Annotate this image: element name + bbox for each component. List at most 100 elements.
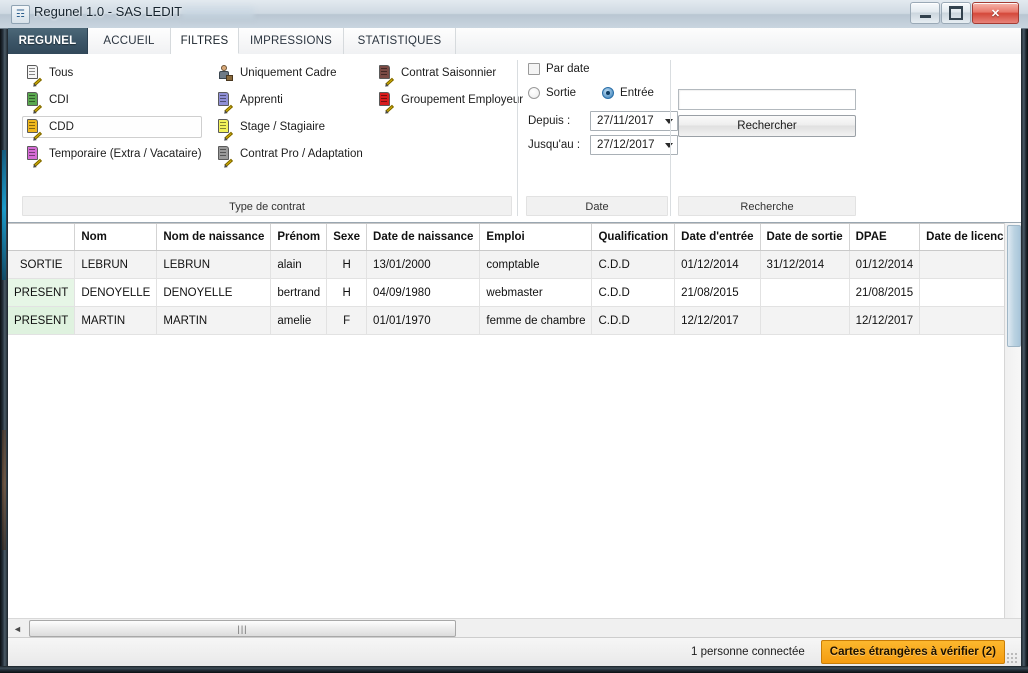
cell-qualification: C.D.D bbox=[591, 250, 676, 279]
tab-filtres[interactable]: FILTRES bbox=[171, 28, 239, 54]
close-icon: ✕ bbox=[990, 7, 1001, 20]
cell-emploi: femme de chambre bbox=[479, 306, 593, 335]
grid-header-date_naissance[interactable]: Date de naissance bbox=[366, 224, 481, 251]
table-row[interactable]: SORTIE LEBRUN LEBRUN alain H 13/01/2000 compta… bbox=[8, 250, 1021, 279]
filter-groupement-employeur[interactable]: Groupement Employeur bbox=[374, 89, 524, 114]
grid-vertical-scroll-thumb[interactable] bbox=[1007, 225, 1021, 347]
grid-vertical-scrollbar[interactable] bbox=[1004, 223, 1021, 638]
cell-dpae: 12/12/2017 bbox=[849, 306, 921, 335]
radio-entree-indicator bbox=[602, 87, 615, 99]
frame-accent-warm bbox=[2, 430, 6, 550]
grid-horizontal-scrollbar[interactable]: ◄ ||| bbox=[8, 618, 1021, 638]
cell-dpae: 21/08/2015 bbox=[849, 278, 921, 307]
par-date-label: Par date bbox=[546, 63, 590, 75]
tab-regunel[interactable]: REGUNEL bbox=[8, 28, 88, 54]
cell-date_sortie bbox=[760, 306, 850, 335]
filter-cdi[interactable]: CDI bbox=[22, 89, 202, 114]
grid-header-date_entree[interactable]: Date d'entrée bbox=[674, 224, 761, 251]
cell-date_naissance: 01/01/1970 bbox=[366, 306, 481, 335]
group-recherche: Rechercher Recherche bbox=[673, 54, 861, 222]
group-divider-1 bbox=[517, 60, 518, 216]
filter-contrat-saisonnier[interactable]: Contrat Saisonnier bbox=[374, 62, 519, 87]
minimize-icon bbox=[919, 15, 931, 18]
close-button[interactable]: ✕ bbox=[972, 2, 1019, 24]
table-row[interactable]: PRESENT DENOYELLE DENOYELLE bertrand H 04/09/… bbox=[8, 278, 1021, 307]
filter-contrat-pro[interactable]: Contrat Pro / Adaptation bbox=[213, 143, 383, 168]
grid-header-sexe[interactable]: Sexe bbox=[326, 224, 368, 251]
grid-header-prenom[interactable]: Prénom bbox=[270, 224, 328, 251]
radio-sortie-label: Sortie bbox=[546, 87, 577, 99]
group-label-recherche: Recherche bbox=[678, 196, 856, 216]
cell-prenom: amelie bbox=[270, 306, 328, 335]
filter-stage-stagiaire[interactable]: Stage / Stagiaire bbox=[213, 116, 373, 141]
grid-horizontal-scroll-thumb[interactable]: ||| bbox=[29, 620, 456, 637]
title-bar[interactable]: ☶ Regunel 1.0 - SAS LEDIT ✕ bbox=[0, 0, 1028, 29]
jusquau-date-combo[interactable]: 27/12/2017 bbox=[590, 135, 678, 155]
cell-emploi: comptable bbox=[479, 250, 593, 279]
grid-header-qualification[interactable]: Qualification bbox=[591, 224, 676, 251]
filter-tous[interactable]: Tous bbox=[22, 62, 202, 87]
table-row[interactable]: PRESENT MARTIN MARTIN amelie F 01/01/1970 femm… bbox=[8, 306, 1021, 335]
ribbon-panel: Tous CDI CDD Temporaire (Extra / Vacatai… bbox=[8, 54, 1021, 223]
cell-qualification: C.D.D bbox=[591, 306, 676, 335]
radio-sortie-indicator bbox=[528, 87, 540, 99]
ribbon-tab-bar: REGUNEL ACCUEIL FILTRES IMPRESSIONS STAT… bbox=[8, 28, 1021, 55]
filter-label: CDD bbox=[49, 121, 74, 133]
maximize-button[interactable] bbox=[941, 2, 971, 24]
document-pen-icon bbox=[27, 146, 42, 168]
cell-nom_naissance: MARTIN bbox=[156, 306, 272, 335]
chevron-down-icon bbox=[665, 142, 673, 148]
par-date-checkbox-row[interactable]: Par date bbox=[528, 63, 589, 75]
resize-grip-icon[interactable] bbox=[1006, 652, 1018, 664]
cell-date_naissance: 04/09/1980 bbox=[366, 278, 481, 307]
employee-data-grid[interactable]: Nom Nom de naissance Prénom Sexe Date de nai… bbox=[8, 223, 1021, 639]
filter-uniquement-cadre[interactable]: Uniquement Cadre bbox=[213, 62, 373, 84]
chevron-down-icon bbox=[665, 118, 673, 124]
document-pen-icon bbox=[27, 65, 42, 87]
search-input[interactable] bbox=[678, 89, 856, 110]
grid-header-nom_naissance[interactable]: Nom de naissance bbox=[156, 224, 272, 251]
frame-accent-teal bbox=[2, 150, 6, 280]
filter-label: Uniquement Cadre bbox=[240, 67, 337, 79]
minimize-button[interactable] bbox=[910, 2, 940, 24]
group-date: Par date Sortie Entrée Depuis : 27/11/20… bbox=[522, 54, 678, 222]
cell-prenom: bertrand bbox=[270, 278, 328, 307]
filter-apprenti[interactable]: Apprenti bbox=[213, 89, 373, 114]
tab-impressions[interactable]: IMPRESSIONS bbox=[239, 28, 344, 54]
status-bar: 1 personne connectée Cartes étrangères à… bbox=[8, 637, 1021, 666]
document-pen-icon bbox=[218, 92, 233, 114]
grid-header-emploi[interactable]: Emploi bbox=[479, 224, 593, 251]
application-window: ☶ Regunel 1.0 - SAS LEDIT ✕ REGUNEL ACCU… bbox=[0, 0, 1028, 673]
foreign-cards-alert-button[interactable]: Cartes étrangères à vérifier (2) bbox=[820, 640, 1005, 664]
group-label-type-de-contrat: Type de contrat bbox=[22, 196, 512, 216]
radio-entree[interactable]: Entrée bbox=[602, 87, 654, 99]
filter-label: Apprenti bbox=[240, 94, 283, 106]
cell-date_entree: 12/12/2017 bbox=[674, 306, 761, 335]
grid-header-statut[interactable] bbox=[8, 224, 76, 251]
filter-label: Stage / Stagiaire bbox=[240, 121, 326, 133]
grid-header-dpae[interactable]: DPAE bbox=[849, 224, 921, 251]
radio-entree-label: Entrée bbox=[620, 87, 654, 99]
depuis-date-combo[interactable]: 27/11/2017 bbox=[590, 111, 678, 131]
tab-statistiques[interactable]: STATISTIQUES bbox=[344, 28, 456, 54]
cell-sexe: H bbox=[326, 278, 368, 307]
filter-temporaire[interactable]: Temporaire (Extra / Vacataire) bbox=[22, 143, 217, 168]
scroll-left-arrow-icon[interactable]: ◄ bbox=[9, 620, 26, 637]
group-divider-2 bbox=[670, 60, 671, 216]
cell-statut: PRESENT bbox=[8, 306, 76, 335]
cell-date_entree: 01/12/2014 bbox=[674, 250, 761, 279]
par-date-checkbox[interactable] bbox=[528, 63, 540, 75]
tab-accueil[interactable]: ACCUEIL bbox=[88, 28, 171, 54]
filter-cdd[interactable]: CDD bbox=[22, 116, 202, 141]
grid-header-nom[interactable]: Nom bbox=[74, 224, 158, 251]
window-frame-left bbox=[0, 0, 8, 673]
cell-statut: SORTIE bbox=[8, 250, 76, 279]
cell-nom: LEBRUN bbox=[74, 250, 158, 279]
filter-label: Temporaire (Extra / Vacataire) bbox=[49, 148, 202, 160]
window-frame-bottom bbox=[0, 666, 1028, 673]
cell-date_entree: 21/08/2015 bbox=[674, 278, 761, 307]
radio-sortie[interactable]: Sortie bbox=[528, 87, 576, 99]
search-button[interactable]: Rechercher bbox=[678, 115, 856, 137]
grid-header-date_sortie[interactable]: Date de sortie bbox=[760, 224, 850, 251]
cell-nom: DENOYELLE bbox=[74, 278, 158, 307]
